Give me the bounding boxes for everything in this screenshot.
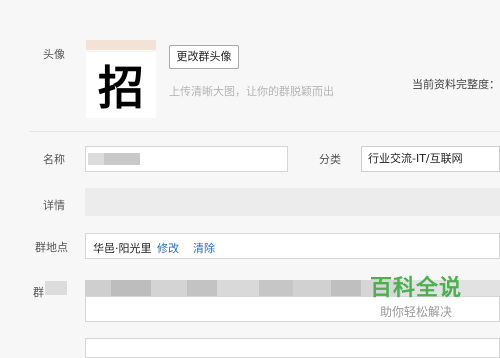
group-avatar: 招 [86,52,156,118]
watermark: 百科全说 助你轻松解决 [361,270,471,320]
clear-location-link[interactable]: 清除 [193,240,215,256]
avatar-label: 头像 [43,48,65,61]
intro-label-blur [45,281,67,295]
watermark-subtitle: 助你轻松解决 [379,305,452,319]
name-input[interactable] [85,146,288,172]
edit-location-link[interactable]: 修改 [157,240,179,256]
location-field: 华邑·阳光里 修改 清除 [85,233,500,259]
name-label: 名称 [43,153,65,166]
avatar-hint: 上传清晰大图，让你的群脱颖而出 [169,85,334,98]
completeness-label: 当前资料完整度： [412,78,500,91]
category-select[interactable]: 行业交流-IT/互联网 [361,146,500,172]
change-avatar-button[interactable]: 更改群头像 [169,45,239,69]
name-blur [104,153,140,165]
avatar-glyph: 招 [98,61,144,115]
location-label: 群地点 [35,241,68,254]
intro-label: 群 [33,286,44,299]
avatar-blur [86,40,156,50]
details-label: 详情 [43,199,65,212]
divider [30,131,500,132]
details-input[interactable] [85,188,500,216]
extra-input[interactable] [85,338,500,358]
name-blur [88,153,104,165]
watermark-title: 百科全说 [369,276,462,301]
location-value: 华邑·阳光里 [93,242,152,255]
category-label: 分类 [319,153,341,166]
